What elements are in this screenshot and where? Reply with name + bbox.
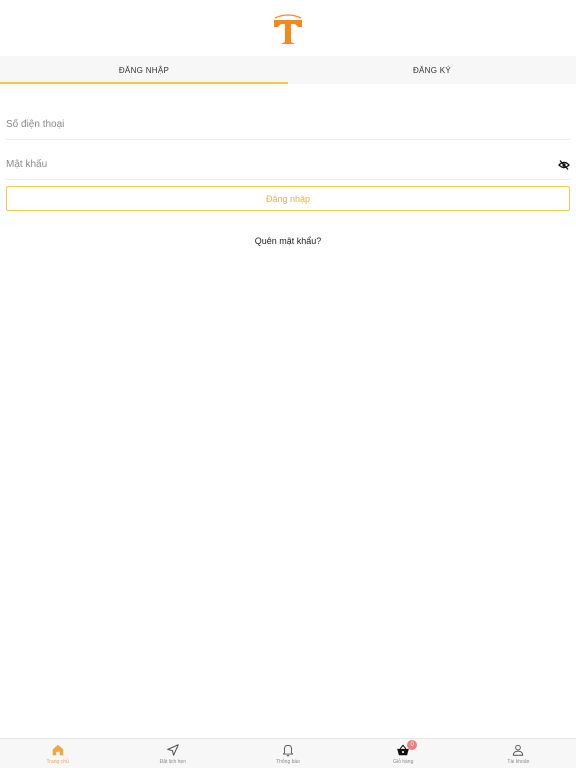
nav-item-notifications[interactable]: Thông báo [230,739,345,768]
tab-register[interactable]: ĐĂNG KÝ [288,56,576,84]
cart-badge: 0 [407,740,418,750]
tab-login-label: ĐĂNG NHẬP [118,65,170,75]
nav-item-cart[interactable]: 0 Giỏ hàng [346,739,461,768]
login-button[interactable]: Đăng nhập [6,186,570,211]
auth-tabs: ĐĂNG NHẬP ĐĂNG KÝ [0,56,576,84]
nav-item-home[interactable]: Trang chủ [0,739,115,768]
bell-icon [282,744,294,756]
eye-slash-icon[interactable] [558,159,570,171]
nav-item-account[interactable]: Tài khoản [461,739,576,768]
send-icon [167,743,179,756]
home-icon [52,744,63,755]
nav-notifications-label: Thông báo [276,758,300,765]
phone-input[interactable] [6,119,570,130]
nav-account-label: Tài khoản [507,758,530,765]
login-screen: ĐĂNG NHẬP ĐĂNG KÝ Đăng nhập Quên mật khẩ… [0,0,576,768]
nav-cart-label: Giỏ hàng [393,758,414,765]
nav-item-booking[interactable]: Đặt lịch hẹn [115,739,230,768]
nav-home-label: Trang chủ [46,758,69,765]
tab-register-label: ĐĂNG KÝ [412,65,452,75]
user-icon [513,744,524,756]
tab-login[interactable]: ĐĂNG NHẬP [0,56,288,84]
header [0,0,576,56]
phone-field-container [6,110,570,140]
bottom-nav: Trang chủ Đặt lịch hẹn Thông báo 0 Giỏ h… [0,738,576,768]
password-input[interactable] [6,159,570,170]
brand-logo-icon [274,14,302,44]
forgot-password-link[interactable]: Quên mật khẩu? [0,236,576,246]
password-field-container [6,150,570,180]
nav-booking-label: Đặt lịch hẹn [159,758,186,765]
